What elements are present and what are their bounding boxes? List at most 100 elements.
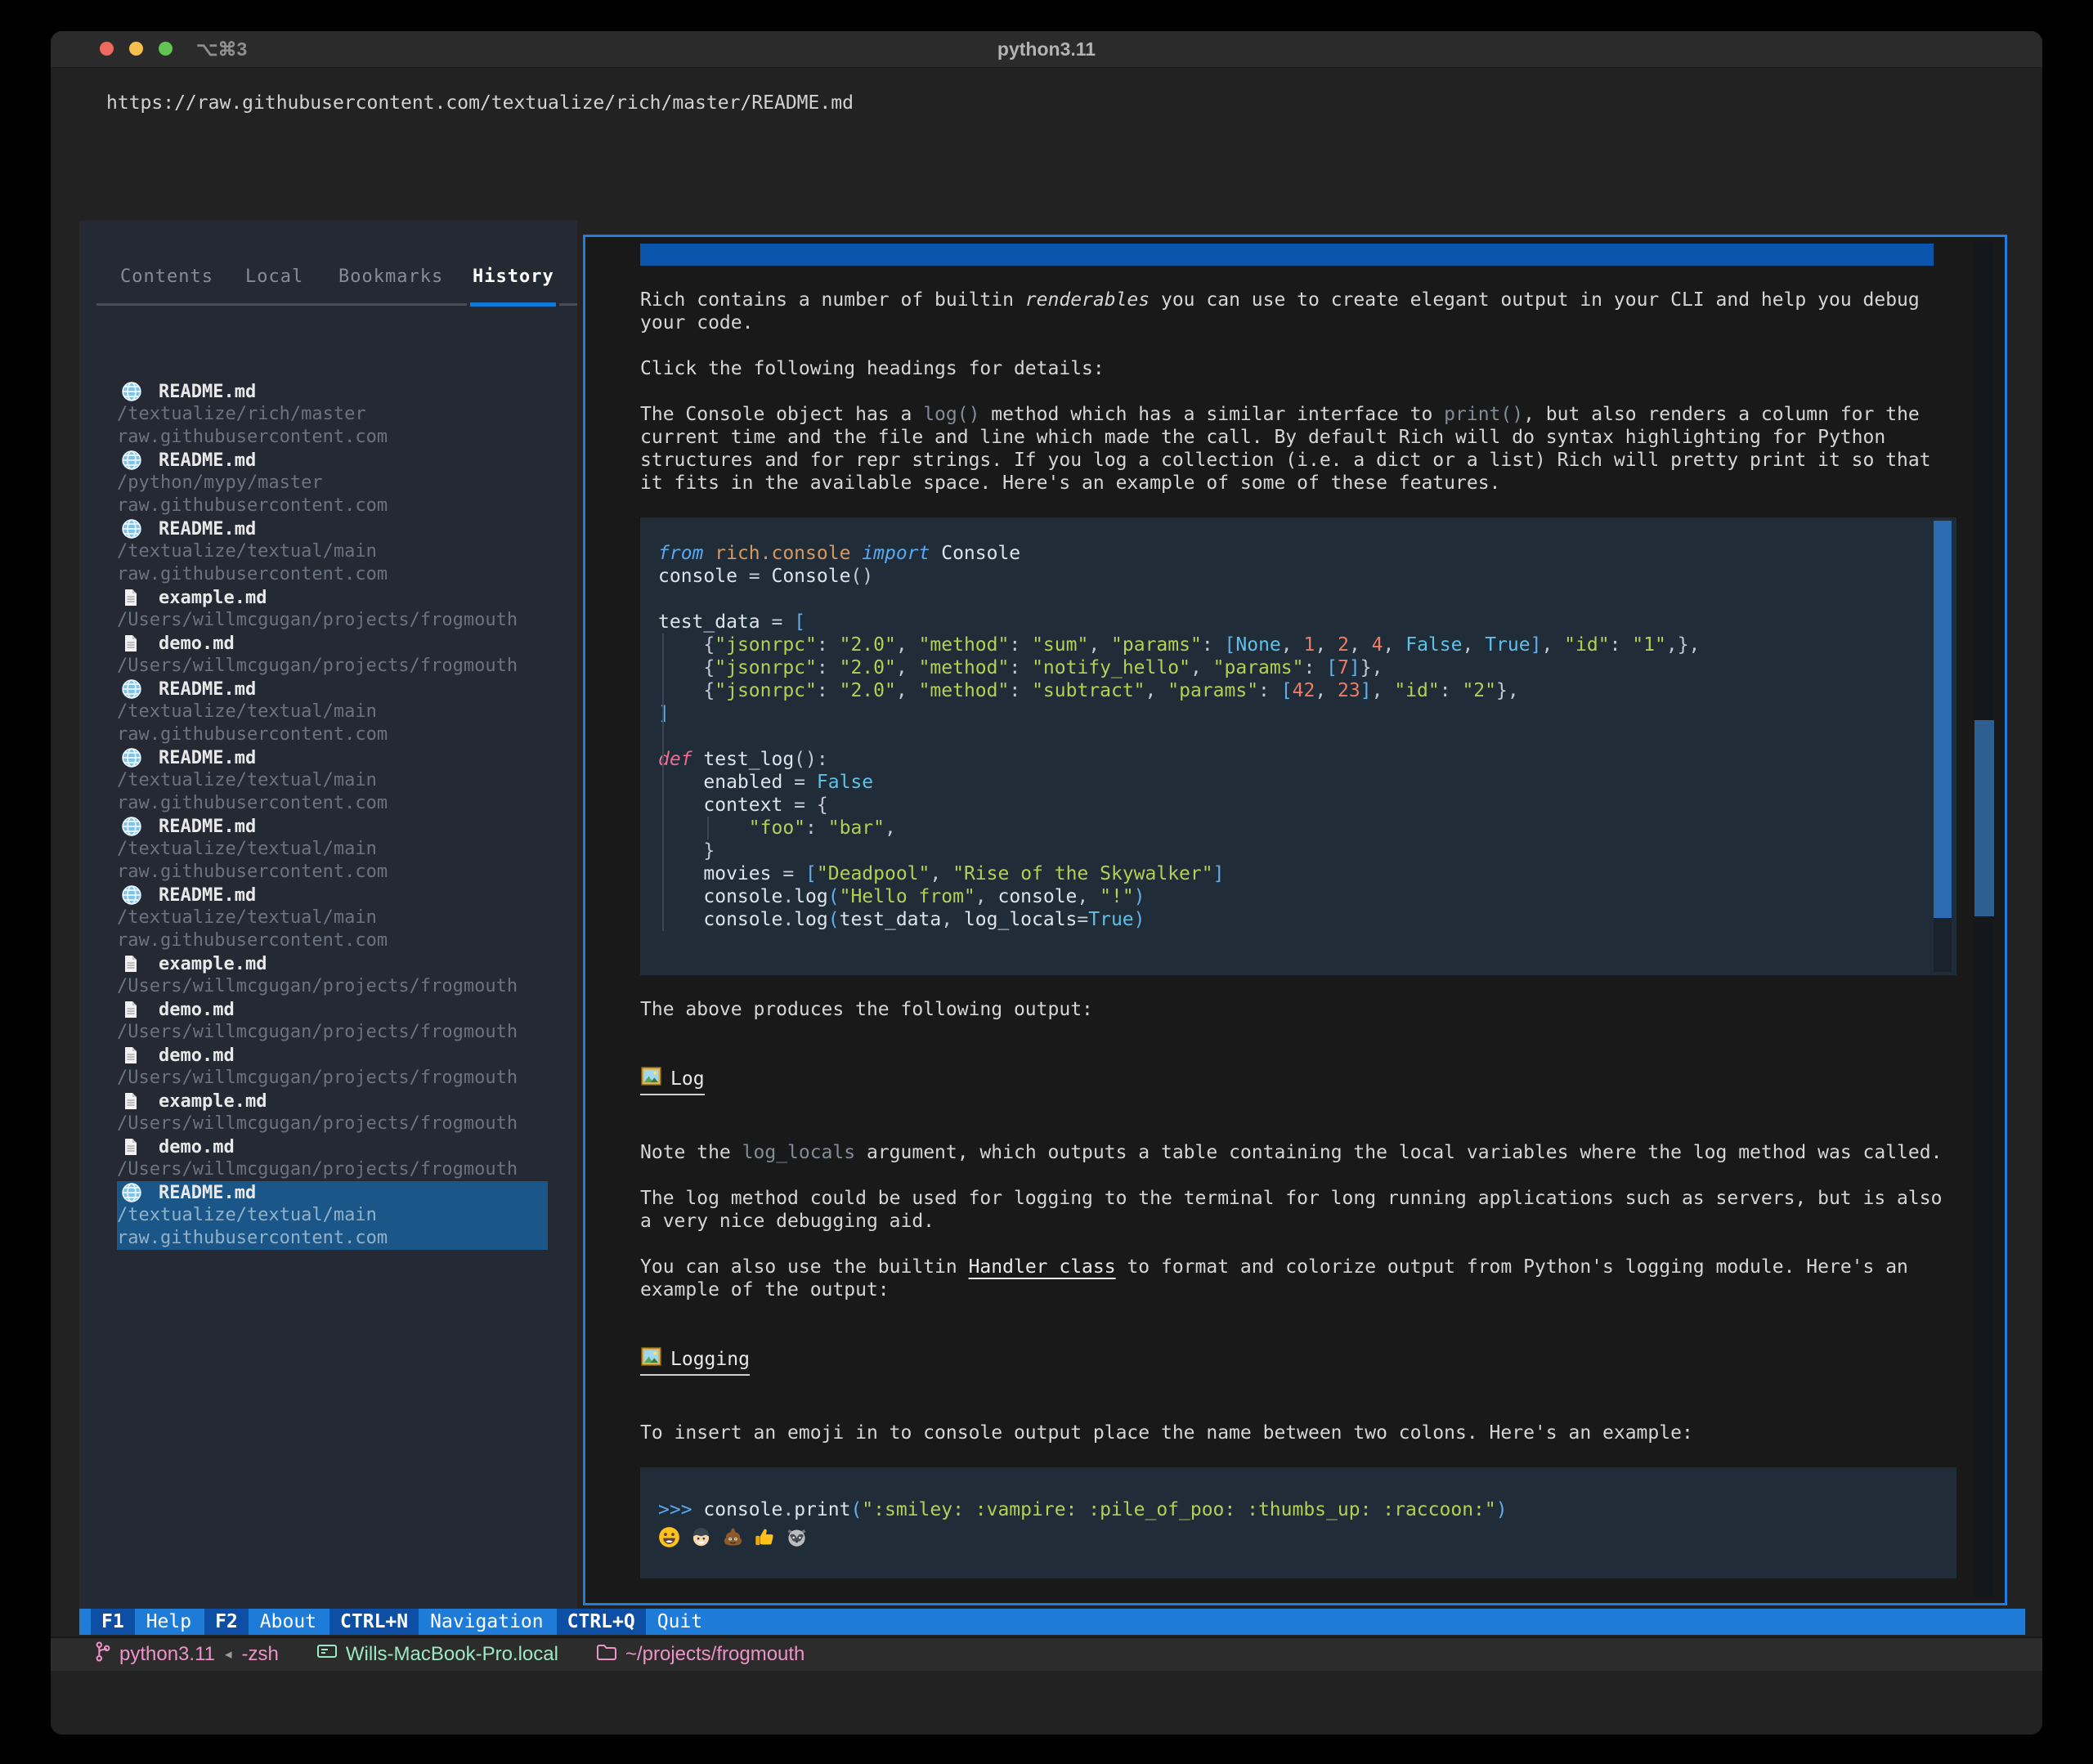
- omnibox-url-input[interactable]: https://raw.githubusercontent.com/textua…: [79, 83, 2025, 123]
- status-item-text: python3.11: [119, 1643, 215, 1666]
- history-item-filename: demo.md: [159, 1045, 235, 1066]
- history-item-path: /Users/willmcgugan/projects/frogmouth: [117, 609, 548, 632]
- history-item-path: /textualize/textual/main: [117, 540, 548, 563]
- footer-action-help[interactable]: Help: [135, 1609, 204, 1635]
- history-item-path: /textualize/textual/main: [117, 907, 548, 929]
- history-item-filename: README.md: [159, 1183, 256, 1203]
- paragraph: You can also use the builtin Handler cla…: [640, 1256, 1965, 1301]
- history-item-filename: README.md: [159, 679, 256, 700]
- footer-action-navigation[interactable]: Navigation: [419, 1609, 556, 1635]
- indent-guide: [707, 817, 709, 839]
- footer-key-ctrl-n[interactable]: CTRL+N: [329, 1609, 419, 1635]
- vampire-icon: [690, 1526, 712, 1551]
- omnibox-url-text: https://raw.githubusercontent.com/textua…: [79, 92, 854, 114]
- history-item[interactable]: README.md/textualize/textual/mainraw.git…: [117, 1181, 548, 1250]
- paragraph: The log method could be used for logging…: [640, 1187, 1965, 1233]
- code-scrollbar-thumb[interactable]: [1934, 521, 1952, 918]
- tab-local[interactable]: Local: [245, 266, 303, 287]
- history-item-title: README.md: [117, 678, 548, 701]
- sidebar: Contents Local Bookmarks History README.…: [79, 221, 577, 1610]
- image-link-label: Log: [670, 1068, 705, 1090]
- file-icon: [121, 953, 146, 974]
- footer-key-ctrl-q[interactable]: CTRL+Q: [557, 1609, 646, 1635]
- history-item-path: /Users/willmcgugan/projects/frogmouth: [117, 1158, 548, 1181]
- image-link[interactable]: Log: [640, 1067, 705, 1095]
- history-item-filename: example.md: [159, 588, 267, 608]
- indent-guide: [662, 634, 664, 931]
- tab-history[interactable]: History: [473, 266, 554, 287]
- tab-bookmarks[interactable]: Bookmarks: [338, 266, 443, 287]
- file-icon: [121, 1045, 146, 1066]
- file-icon: [121, 999, 146, 1020]
- history-item-path: /python/mypy/master: [117, 472, 548, 495]
- history-item-filename: README.md: [159, 519, 256, 539]
- history-item-title: README.md: [117, 815, 548, 838]
- history-item-path: /Users/willmcgugan/projects/frogmouth: [117, 975, 548, 998]
- inline-link[interactable]: Handler class: [969, 1256, 1116, 1278]
- history-item[interactable]: demo.md/Users/willmcgugan/projects/frogm…: [117, 998, 548, 1044]
- globe-icon: [121, 884, 146, 906]
- history-item-domain: raw.githubusercontent.com: [117, 563, 548, 586]
- history-item[interactable]: README.md/python/mypy/masterraw.githubus…: [117, 449, 548, 517]
- footer-action-quit[interactable]: Quit: [646, 1609, 715, 1635]
- footer-key-f2[interactable]: F2: [204, 1609, 249, 1635]
- history-item-filename: demo.md: [159, 1000, 235, 1020]
- viewer-scrollbar[interactable]: [1974, 242, 1994, 1598]
- paragraph: To insert an emoji in to console output …: [640, 1421, 1965, 1444]
- smiley-icon: [658, 1526, 680, 1551]
- status-item: Wills-MacBook-Pro.local: [316, 1642, 558, 1668]
- history-item-title: demo.md: [117, 998, 548, 1021]
- file-icon: [121, 587, 146, 608]
- file-icon: [121, 633, 146, 654]
- status-item: ~/projects/frogmouth: [596, 1642, 804, 1668]
- history-item[interactable]: README.md/textualize/textual/mainraw.git…: [117, 746, 548, 815]
- history-item[interactable]: example.md/Users/willmcgugan/projects/fr…: [117, 586, 548, 632]
- history-item-title: README.md: [117, 884, 548, 907]
- history-item[interactable]: README.md/textualize/rich/masterraw.gith…: [117, 380, 548, 449]
- history-item-domain: raw.githubusercontent.com: [117, 861, 548, 884]
- emoji-output-row: [658, 1524, 1924, 1552]
- thumbs-up-icon: [754, 1526, 776, 1551]
- picture-icon: [640, 1347, 662, 1371]
- repl-code-block: >>> console.print(":smiley: :vampire: :p…: [640, 1467, 1956, 1578]
- globe-icon: [121, 747, 146, 768]
- footer-action-about[interactable]: About: [249, 1609, 329, 1635]
- paragraph: The Console object has a log() method wh…: [640, 403, 1965, 495]
- history-item[interactable]: README.md/textualize/textual/mainraw.git…: [117, 517, 548, 586]
- globe-icon: [121, 678, 146, 700]
- history-item-title: README.md: [117, 1181, 548, 1204]
- fork-icon: [94, 1641, 111, 1668]
- history-item-domain: raw.githubusercontent.com: [117, 929, 548, 952]
- history-item[interactable]: README.md/textualize/textual/mainraw.git…: [117, 815, 548, 884]
- history-item-domain: raw.githubusercontent.com: [117, 1227, 548, 1250]
- history-item-domain: raw.githubusercontent.com: [117, 426, 548, 449]
- picture-icon: [640, 1067, 662, 1090]
- status-separator: ◂: [223, 1646, 234, 1663]
- tab-contents[interactable]: Contents: [120, 266, 213, 287]
- status-item-text: ~/projects/frogmouth: [625, 1643, 804, 1666]
- footer-key-f1[interactable]: F1: [91, 1609, 135, 1635]
- history-item[interactable]: example.md/Users/willmcgugan/projects/fr…: [117, 1090, 548, 1135]
- history-item[interactable]: demo.md/Users/willmcgugan/projects/frogm…: [117, 1044, 548, 1090]
- history-item-title: README.md: [117, 517, 548, 540]
- globe-icon: [121, 518, 146, 539]
- history-item[interactable]: example.md/Users/willmcgugan/projects/fr…: [117, 952, 548, 998]
- history-item-path: /Users/willmcgugan/projects/frogmouth: [117, 655, 548, 678]
- viewer-scrollbar-thumb[interactable]: [1974, 720, 1994, 916]
- history-item[interactable]: README.md/textualize/textual/mainraw.git…: [117, 884, 548, 952]
- history-item-filename: README.md: [159, 885, 256, 906]
- code-scrollbar[interactable]: [1934, 521, 1952, 972]
- history-item[interactable]: demo.md/Users/willmcgugan/projects/frogm…: [117, 1135, 548, 1181]
- history-item[interactable]: demo.md/Users/willmcgugan/projects/frogm…: [117, 632, 548, 678]
- history-item-filename: README.md: [159, 817, 256, 837]
- history-item-title: README.md: [117, 380, 548, 403]
- image-link[interactable]: Logging: [640, 1347, 750, 1376]
- history-item[interactable]: README.md/textualize/textual/mainraw.git…: [117, 678, 548, 746]
- window-title: python3.11: [51, 38, 2042, 60]
- history-item-title: demo.md: [117, 632, 548, 655]
- image-link-label: Logging: [670, 1349, 750, 1370]
- history-item-title: demo.md: [117, 1135, 548, 1158]
- history-item-path: /textualize/textual/main: [117, 769, 548, 792]
- code-block: from rich.console import Consoleconsole …: [640, 517, 1956, 975]
- history-item-path: /textualize/textual/main: [117, 1204, 548, 1227]
